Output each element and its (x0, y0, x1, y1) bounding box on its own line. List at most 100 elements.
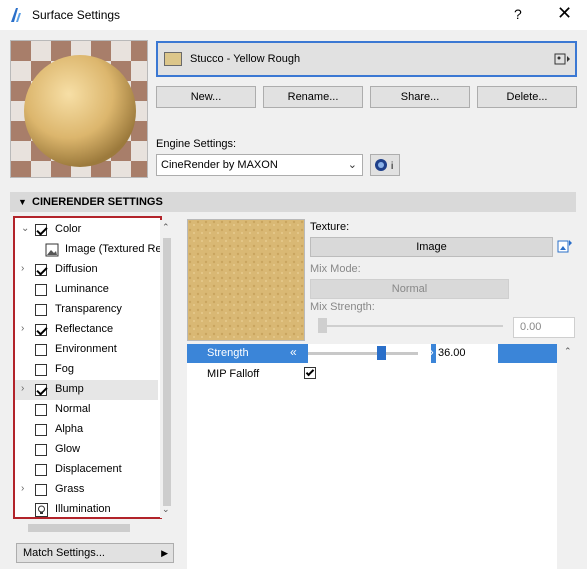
texture-thumbnail[interactable] (187, 219, 305, 341)
channel-checkbox[interactable] (35, 224, 47, 236)
channel-item-color[interactable]: ⌄ Color (15, 220, 158, 240)
channel-label: Illumination (55, 503, 111, 515)
arrow-right-icon: ▶ (161, 548, 168, 558)
channel-label: Luminance (55, 283, 109, 295)
channel-item-fog[interactable]: Fog (15, 360, 158, 380)
increment-icon[interactable]: » (427, 345, 434, 359)
channel-checkbox[interactable] (35, 264, 47, 276)
channel-item-alpha[interactable]: Alpha (15, 420, 158, 440)
slider-thumb[interactable] (377, 346, 386, 360)
engine-info-button[interactable]: i (370, 154, 400, 176)
scroll-up-icon[interactable]: ⌃ (162, 222, 170, 233)
close-button[interactable]: ✕ (557, 3, 572, 24)
match-settings-label: Match Settings... (23, 547, 105, 559)
channel-item-illumination[interactable]: Illumination (15, 500, 158, 520)
channel-label: Transparency (55, 303, 122, 315)
mix-mode-select[interactable]: Normal (310, 279, 509, 299)
channel-label: Displacement (55, 463, 122, 475)
decrement-icon[interactable]: « (290, 345, 297, 359)
material-picker-icon[interactable] (554, 51, 570, 67)
rename-button[interactable]: Rename... (263, 86, 363, 108)
texture-browse-icon[interactable] (557, 238, 573, 256)
mix-strength-slider-thumb[interactable] (318, 318, 327, 333)
channel-item-bump[interactable]: › Bump (15, 380, 158, 400)
channel-checkbox[interactable] (35, 304, 47, 316)
chevron-right-icon[interactable]: › (21, 483, 24, 494)
channel-checkbox[interactable] (35, 424, 47, 436)
channel-item-reflectance[interactable]: › Reflectance (15, 320, 158, 340)
channel-list: ⌄ Color Image (Textured Re › Diffusion L… (13, 216, 162, 519)
cinerender-settings-header[interactable]: ▼ CINERENDER SETTINGS (10, 192, 576, 212)
title-bar: Surface Settings ? ✕ (0, 0, 587, 30)
channel-checkbox[interactable] (35, 284, 47, 296)
channel-item-environment[interactable]: Environment (15, 340, 158, 360)
channel-label: Color (55, 223, 82, 235)
channel-label: Diffusion (55, 263, 98, 275)
chevron-down-icon[interactable]: ⌄ (21, 223, 29, 234)
mix-strength-input[interactable]: 0.00 (513, 317, 575, 338)
chevron-right-icon[interactable]: › (21, 263, 24, 274)
parameter-scrollbar[interactable]: ⌃ (560, 344, 576, 569)
channel-item-luminance[interactable]: Luminance (15, 280, 158, 300)
chevron-down-icon: ⌄ (347, 159, 357, 171)
mix-strength-label: Mix Strength: (310, 301, 375, 313)
chevron-right-icon[interactable]: › (21, 383, 24, 394)
channel-item-glow[interactable]: Glow (15, 440, 158, 460)
engine-select[interactable]: CineRender by MAXON ⌄ (156, 154, 363, 176)
channel-list-scrollbar[interactable]: ⌃ ⌄ (160, 220, 174, 518)
collapse-triangle-icon: ▼ (18, 197, 27, 207)
svg-text:i: i (391, 161, 393, 172)
mip-falloff-label: MIP Falloff (207, 368, 260, 380)
mix-mode-label: Mix Mode: (310, 263, 361, 275)
channel-item-displacement[interactable]: Displacement (15, 460, 158, 480)
channel-checkbox[interactable] (35, 444, 47, 456)
channel-checkbox[interactable] (35, 324, 47, 336)
channel-item-transparency[interactable]: Transparency (15, 300, 158, 320)
engine-settings-label: Engine Settings: (156, 138, 237, 150)
strength-label: Strength (207, 347, 249, 359)
scroll-up-icon[interactable]: ⌃ (564, 346, 572, 357)
channel-item-diffusion[interactable]: › Diffusion (15, 260, 158, 280)
slider-track (308, 352, 418, 355)
channel-checkbox[interactable] (35, 464, 47, 476)
archicad-icon (11, 8, 21, 22)
channel-checkbox[interactable] (35, 404, 47, 416)
match-settings-button[interactable]: Match Settings... ▶ (16, 543, 174, 563)
cinema4d-icon: i (375, 159, 393, 172)
channel-item-grass[interactable]: › Grass (15, 480, 158, 500)
channel-label: Bump (55, 383, 84, 395)
help-button[interactable]: ? (514, 6, 522, 22)
lamp-icon (35, 503, 48, 517)
strength-input[interactable]: 36.00 (436, 344, 498, 363)
channel-list-hscrollbar[interactable] (14, 522, 174, 534)
channel-label: Reflectance (55, 323, 114, 335)
material-selector[interactable]: Stucco - Yellow Rough (156, 41, 577, 77)
channel-checkbox[interactable] (35, 384, 47, 396)
channel-item-normal[interactable]: Normal (15, 400, 158, 420)
strength-slider[interactable] (308, 344, 431, 363)
channel-item-image[interactable]: Image (Textured Re (15, 240, 162, 260)
channel-label: Image (Textured Re (65, 243, 162, 255)
channel-label: Glow (55, 443, 81, 455)
channel-checkbox[interactable] (35, 364, 47, 376)
image-icon (45, 243, 59, 257)
chevron-right-icon[interactable]: › (21, 323, 24, 334)
strength-row[interactable]: Strength « » 36.00 (187, 344, 557, 363)
material-preview (10, 40, 148, 178)
hscroll-thumb[interactable] (28, 524, 130, 532)
new-button[interactable]: New... (156, 86, 256, 108)
mix-strength-slider-track[interactable] (318, 325, 503, 327)
delete-button[interactable]: Delete... (477, 86, 577, 108)
scroll-thumb[interactable] (163, 238, 171, 506)
channel-checkbox[interactable] (35, 484, 47, 496)
material-swatch (164, 52, 182, 66)
texture-label: Texture: (310, 221, 350, 233)
channel-label: Environment (55, 343, 117, 355)
texture-image-button[interactable]: Image (310, 237, 553, 257)
share-button[interactable]: Share... (370, 86, 470, 108)
channel-checkbox[interactable] (35, 344, 47, 356)
scroll-down-icon[interactable]: ⌄ (162, 504, 170, 515)
channel-label: Normal (55, 403, 91, 415)
mip-falloff-checkbox[interactable] (304, 367, 316, 379)
channel-label: Alpha (55, 423, 84, 435)
